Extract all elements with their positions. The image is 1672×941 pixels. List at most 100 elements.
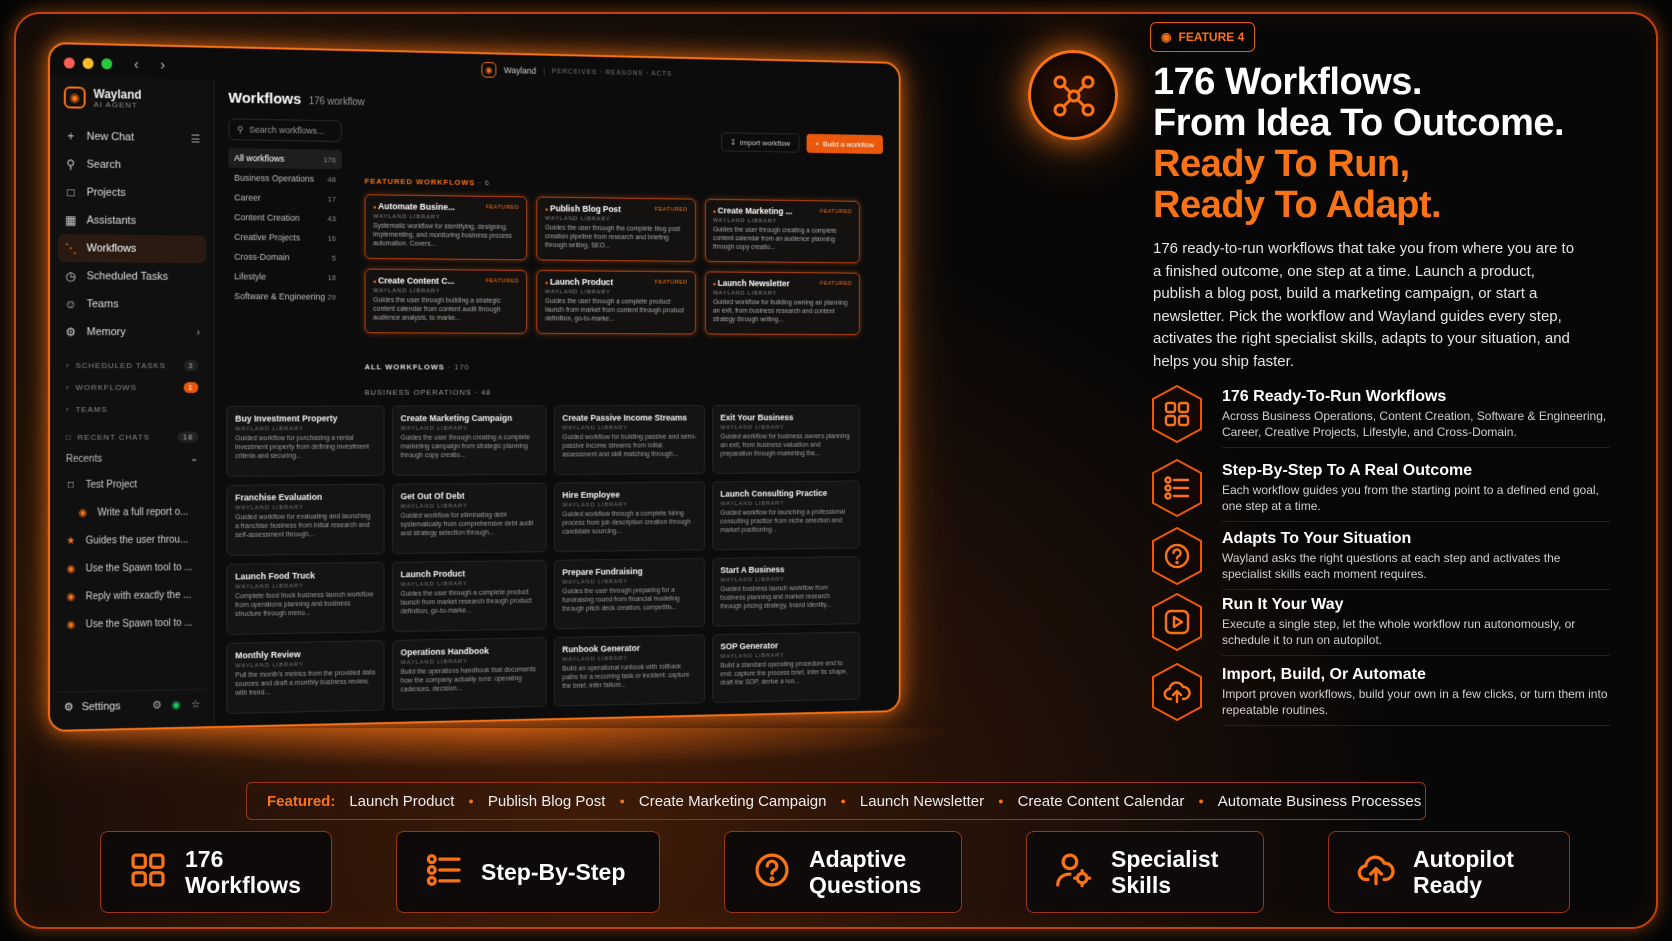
workflow-card[interactable]: Operations Handbook WAYLAND LIBRARY Build … <box>392 637 547 711</box>
recent-item[interactable]: ◉ Reply with exactly the ... <box>58 581 206 611</box>
sidebar-item-workflows[interactable]: ⋱ Workflows <box>57 234 207 264</box>
section-workflows[interactable]: › WORKFLOWS 1 <box>58 376 206 398</box>
card-description: Guided workflow for launching a professi… <box>720 508 846 535</box>
recent-chats-header[interactable]: □ RECENT CHATS 18 <box>58 426 206 448</box>
workflow-card[interactable]: SOP Generator WAYLAND LIBRARY Build a stan… <box>712 631 860 704</box>
clock-icon: ◷ <box>65 269 76 284</box>
featured-section-label: FEATURED WORKFLOWS · 6 <box>365 177 490 188</box>
featured-workflow-card[interactable]: Automate Busine... FEATURED WAYLAND LIBRAR… <box>364 194 528 261</box>
workflow-card[interactable]: Runbook Generator WAYLAND LIBRARY Build an… <box>553 634 706 707</box>
featured-strip-item[interactable]: Publish Blog Post <box>488 793 606 810</box>
category-item[interactable]: Software & Engineering 29 <box>228 286 341 306</box>
sidebar-item-scheduled-tasks[interactable]: ◷ Scheduled Tasks <box>58 262 206 291</box>
bottom-highlights: 176 Workflows Step-By-Step Adaptive Questi… <box>100 831 1570 913</box>
card-title: Get Out Of Debt <box>400 490 465 502</box>
workflow-card[interactable]: Launch Product WAYLAND LIBRARY Guides the … <box>392 559 547 633</box>
sidebar-item-new-chat[interactable]: + New Chat ☰ <box>58 122 206 152</box>
workflow-card[interactable]: Launch Food Truck WAYLAND LIBRARY Complete… <box>226 561 385 635</box>
category-item[interactable]: Business Operations 48 <box>228 168 341 189</box>
workflow-card[interactable]: Exit Your Business WAYLAND LIBRARY Guided … <box>712 404 860 474</box>
recent-item[interactable]: ★ Guides the user throu... <box>58 525 206 554</box>
search-input[interactable]: ⚲ Search workflows... <box>228 118 342 143</box>
star-icon[interactable]: ☆ <box>191 698 201 711</box>
all-count: · 170 <box>447 362 470 372</box>
import-workflow-button[interactable]: ↧ Import workflow <box>721 132 800 153</box>
featured-strip-item[interactable]: Create Marketing Campaign <box>639 793 827 810</box>
hex-badge <box>1150 662 1204 722</box>
recent-item[interactable]: ◉ Write a full report o... <box>58 498 206 527</box>
wayland-logo-icon: ◉ <box>1161 30 1172 44</box>
feature-title: Run It Your Way <box>1222 596 1344 613</box>
category-item[interactable]: Cross-Domain 5 <box>228 247 341 268</box>
featured-strip-item[interactable]: Launch Product <box>349 793 454 810</box>
close-dot[interactable] <box>63 57 75 69</box>
section-teams[interactable]: › TEAMS <box>58 398 206 420</box>
card-library: WAYLAND LIBRARY <box>712 218 777 225</box>
category-count: 48 <box>327 174 337 184</box>
sidebar-item-teams[interactable]: ☺ Teams <box>58 290 206 319</box>
forward-arrow-icon[interactable]: › <box>160 57 165 74</box>
category-item[interactable]: Lifestyle 18 <box>228 267 341 288</box>
sidebar-item-projects[interactable]: □ Projects <box>58 178 206 208</box>
back-arrow-icon[interactable]: ‹ <box>134 56 139 73</box>
recents-header[interactable]: Recents ⌄ <box>58 447 206 471</box>
build-workflow-button[interactable]: + Build a workflow <box>806 133 883 155</box>
category-item[interactable]: Creative Projects 16 <box>228 227 341 248</box>
upload-cloud-icon <box>1357 851 1395 894</box>
workflow-card[interactable]: Monthly Review WAYLAND LIBRARY Pull the mo… <box>226 640 385 714</box>
card-description: Guided workflow for evaluating and launc… <box>235 513 371 540</box>
recent-item[interactable]: ◉ Use the Spawn tool to ... <box>58 553 206 583</box>
sidebar-item-label: Workflows <box>86 242 137 255</box>
workflow-card[interactable]: Create Passive Income Streams WAYLAND LIB… <box>553 405 706 475</box>
brand: ◉ Wayland AI AGENT <box>58 80 206 125</box>
featured-strip-item[interactable]: Launch Newsletter <box>860 793 984 810</box>
globe-icon[interactable]: ◉ <box>172 698 181 711</box>
brand-subtitle: AI AGENT <box>93 99 138 110</box>
sidebar-item-memory[interactable]: ⚙ Memory › <box>58 318 206 346</box>
category-item[interactable]: Content Creation 43 <box>228 207 341 228</box>
workflow-card[interactable]: Franchise Evaluation WAYLAND LIBRARY Guide… <box>226 483 385 556</box>
category-count: 17 <box>327 194 337 204</box>
featured-strip-item[interactable]: Automate Business Processes <box>1218 793 1421 810</box>
card-title: Franchise Evaluation <box>235 491 323 503</box>
highlight-label: Adaptive Questions <box>809 846 922 898</box>
card-library: WAYLAND LIBRARY <box>400 503 468 510</box>
workflow-card[interactable]: Get Out Of Debt WAYLAND LIBRARY Guided wor… <box>392 482 547 554</box>
featured-workflow-card[interactable]: Launch Product FEATURED WAYLAND LIBRARY Gui… <box>536 270 696 335</box>
headline-line-2: From Idea To Outcome. <box>1153 102 1565 144</box>
sidebar-item-search[interactable]: ⚲ Search <box>58 150 206 180</box>
bug-icon[interactable]: ⚙ <box>152 699 162 712</box>
recent-item[interactable]: □ Test Project <box>58 470 206 499</box>
filter-icon[interactable]: ☰ <box>191 132 201 145</box>
featured-workflow-card[interactable]: Publish Blog Post FEATURED WAYLAND LIBRARY… <box>536 196 696 262</box>
workflow-card[interactable]: Buy Investment Property WAYLAND LIBRARY Gu… <box>226 405 385 477</box>
sidebar-item-label: Search <box>86 158 121 172</box>
feature-description: Each workflow guides you from the starti… <box>1222 483 1599 513</box>
section-count: 1 <box>183 381 199 393</box>
featured-strip-item[interactable]: Create Content Calendar <box>1018 793 1185 810</box>
card-library: WAYLAND LIBRARY <box>720 500 785 508</box>
workflow-card[interactable]: Create Marketing Campaign WAYLAND LIBRARY… <box>392 405 547 476</box>
workflow-card[interactable]: Prepare Fundraising WAYLAND LIBRARY Guides… <box>553 557 706 630</box>
featured-workflow-card[interactable]: Create Content C... FEATURED WAYLAND LIBRA… <box>364 268 528 334</box>
workflow-card[interactable]: Start A Business WAYLAND LIBRARY Guided bu… <box>712 556 860 627</box>
maximize-dot[interactable] <box>101 58 113 70</box>
section-scheduled-tasks[interactable]: › SCHEDULED TASKS 3 <box>58 354 206 376</box>
settings-button[interactable]: ⚙ Settings ⚙ ◉ ☆ <box>57 688 207 722</box>
featured-workflow-card[interactable]: Launch Newsletter FEATURED WAYLAND LIBRARY… <box>704 271 860 336</box>
featured-label-text: FEATURED WORKFLOWS <box>364 176 476 188</box>
question-icon <box>1163 542 1191 575</box>
category-item[interactable]: All workflows 176 <box>228 147 342 170</box>
headline-line-1: 176 Workflows. <box>1153 61 1422 103</box>
card-description: Guided workflow through a complete hirin… <box>562 510 691 536</box>
lede-paragraph: 176 ready-to-run workflows that take you… <box>1153 240 1575 370</box>
workflow-card[interactable]: Launch Consulting Practice WAYLAND LIBRAR… <box>712 480 860 551</box>
recent-item[interactable]: ◉ Use the Spawn tool to ... <box>58 609 206 639</box>
featured-workflow-card[interactable]: Create Marketing ... FEATURED WAYLAND LIBR… <box>704 198 860 264</box>
card-library: WAYLAND LIBRARY <box>720 576 785 584</box>
featured-strip-label: Featured: <box>267 792 336 810</box>
minimize-dot[interactable] <box>82 57 94 69</box>
workflow-card[interactable]: Hire Employee WAYLAND LIBRARY Guided workf… <box>553 481 706 553</box>
category-item[interactable]: Career 17 <box>228 187 341 208</box>
sidebar-item-assistants[interactable]: ▦ Assistants <box>58 206 206 236</box>
